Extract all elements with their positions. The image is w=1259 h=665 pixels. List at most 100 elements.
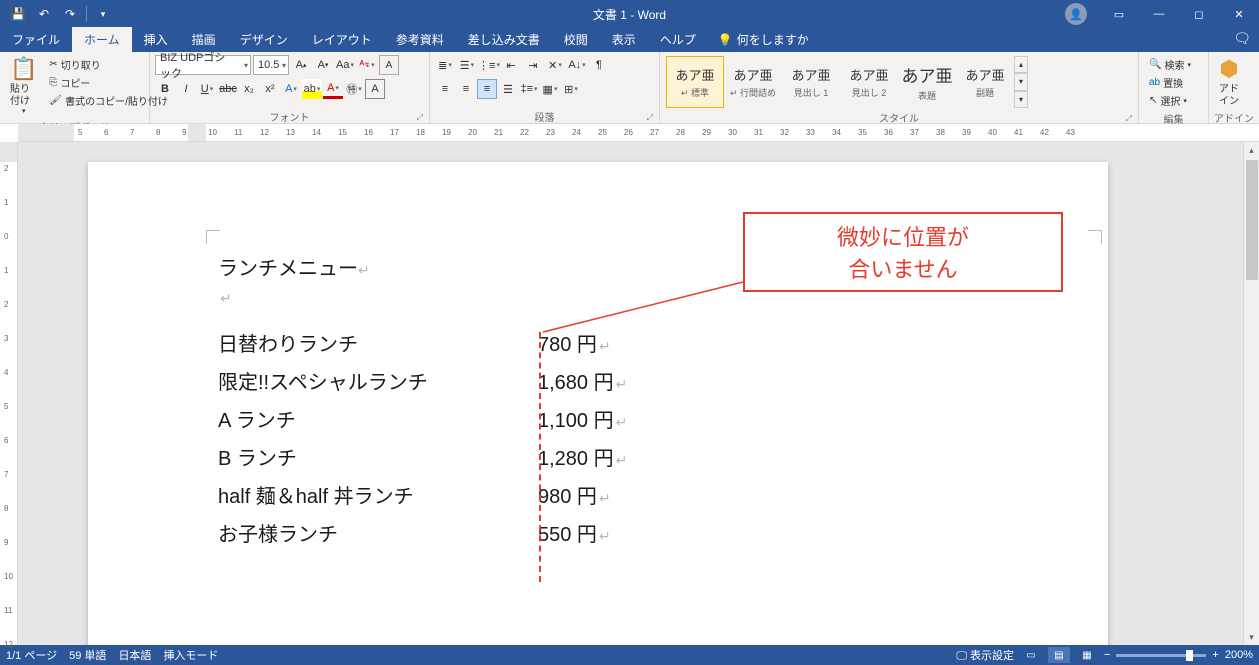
decrease-indent-button[interactable]: ⇤ — [501, 55, 521, 75]
redo-icon[interactable]: ↷ — [58, 2, 82, 26]
find-button[interactable]: 🔍検索▾ — [1147, 56, 1193, 73]
subscript-button[interactable]: x₂ — [239, 79, 259, 99]
tab-layout[interactable]: レイアウト — [300, 27, 384, 52]
scrollbar-thumb[interactable] — [1246, 160, 1258, 280]
numbering-button[interactable]: ☰ — [457, 55, 477, 75]
asian-layout-button[interactable]: ✕ — [545, 55, 565, 75]
tab-file[interactable]: ファイル — [0, 27, 72, 52]
scroll-up-icon[interactable]: ▴ — [1244, 142, 1259, 158]
tab-design[interactable]: デザイン — [228, 27, 300, 52]
zoom-out-button[interactable]: − — [1104, 649, 1110, 661]
undo-icon[interactable]: ↶ — [32, 2, 56, 26]
title-bar: 💾 ↶ ↷ ▾ 文書 1 - Word 👤 ▭ — ◻ ✕ — [0, 0, 1259, 28]
save-icon[interactable]: 💾 — [6, 2, 30, 26]
read-mode-icon[interactable]: ▭ — [1020, 647, 1042, 663]
font-color-button[interactable]: A — [323, 79, 343, 99]
dialog-launcher-icon[interactable]: ⤢ — [417, 113, 423, 123]
scroll-down-icon[interactable]: ▾ — [1244, 629, 1259, 645]
style-heading1[interactable]: あア亜見出し 1 — [782, 56, 840, 108]
crop-mark — [206, 230, 220, 244]
ruler-tick: 0 — [4, 232, 8, 241]
shrink-font-button[interactable]: A▾ — [313, 55, 333, 75]
addin-button[interactable]: ⬢ アド イン — [1213, 54, 1245, 110]
distribute-button[interactable]: ☰ — [498, 79, 518, 99]
ribbon-options-icon[interactable]: ▭ — [1099, 0, 1139, 28]
change-case-button[interactable]: Aa — [335, 55, 355, 75]
language-indicator[interactable]: 日本語 — [118, 647, 151, 663]
borders-button[interactable]: ⊞ — [561, 79, 581, 99]
line-spacing-button[interactable]: ‡≡ — [519, 79, 539, 99]
font-name-combo[interactable]: BIZ UDPゴシック — [155, 55, 251, 75]
close-icon[interactable]: ✕ — [1219, 0, 1259, 28]
char-border-button[interactable]: A — [365, 79, 385, 99]
zoom-level[interactable]: 200% — [1225, 649, 1253, 661]
insert-mode[interactable]: 挿入モード — [163, 647, 218, 663]
print-layout-icon[interactable]: ▤ — [1048, 647, 1070, 663]
clear-format-button[interactable]: A — [379, 55, 399, 75]
ruler-tick: 10 — [208, 128, 217, 137]
style-heading2[interactable]: あア亜見出し 2 — [840, 56, 898, 108]
dialog-launcher-icon[interactable]: ⤢ — [1126, 114, 1132, 124]
enclose-char-button[interactable]: ㊕ — [344, 79, 364, 99]
zoom-thumb[interactable] — [1186, 650, 1193, 661]
tab-home[interactable]: ホーム — [72, 27, 132, 52]
bullets-button[interactable]: ≣ — [435, 55, 455, 75]
tell-me-search[interactable]: 💡 何をしますか — [708, 27, 819, 52]
scroll-down-icon[interactable]: ▾ — [1014, 73, 1028, 90]
multilevel-button[interactable]: ⋮≡ — [479, 55, 499, 75]
ruler-tick: 5 — [4, 402, 8, 411]
increase-indent-button[interactable]: ⇥ — [523, 55, 543, 75]
strikethrough-button[interactable]: abc — [218, 79, 238, 99]
tab-mailings[interactable]: 差し込み文書 — [456, 27, 552, 52]
web-layout-icon[interactable]: ▦ — [1076, 647, 1098, 663]
lightbulb-icon: 💡 — [718, 33, 733, 47]
dialog-launcher-icon[interactable]: ⤢ — [647, 113, 653, 123]
highlight-button[interactable]: ab — [302, 79, 322, 99]
document-scroll-area[interactable]: ランチメニュー↵ ↵ 日替わりランチ780 円↵限定!!スペシャルランチ1,68… — [18, 142, 1243, 645]
tab-help[interactable]: ヘルプ — [648, 27, 708, 52]
paste-button[interactable]: 📋 貼り付け ▾ — [4, 54, 43, 119]
align-center-button[interactable]: ≡ — [456, 79, 476, 99]
replace-button[interactable]: ab置換 — [1147, 74, 1193, 91]
underline-button[interactable]: U — [197, 79, 217, 99]
minimize-icon[interactable]: — — [1139, 0, 1179, 28]
tab-view[interactable]: 表示 — [600, 27, 648, 52]
phonetic-guide-button[interactable]: ᴬ↯ — [357, 55, 377, 75]
ruler-tick: 13 — [286, 128, 295, 137]
paragraph-mark-icon: ↵ — [599, 338, 611, 355]
select-button[interactable]: ↖選択▾ — [1147, 92, 1193, 109]
text-effects-button[interactable]: A — [281, 79, 301, 99]
vertical-scrollbar[interactable]: ▴ ▾ — [1243, 142, 1259, 645]
superscript-button[interactable]: x² — [260, 79, 280, 99]
shading-button[interactable]: ▦ — [540, 79, 560, 99]
italic-button[interactable]: I — [176, 79, 196, 99]
show-marks-button[interactable]: ¶ — [589, 55, 609, 75]
zoom-in-button[interactable]: + — [1212, 649, 1218, 661]
tab-review[interactable]: 校閲 — [552, 27, 600, 52]
bold-button[interactable]: B — [155, 79, 175, 99]
page-indicator[interactable]: 1/1 ページ — [6, 647, 57, 663]
font-group-label: フォント — [270, 113, 310, 124]
word-count[interactable]: 59 単語 — [69, 647, 106, 663]
tab-references[interactable]: 参考資料 — [384, 27, 456, 52]
grow-font-button[interactable]: A▴ — [291, 55, 311, 75]
share-icon[interactable]: 🗨 — [1233, 30, 1251, 47]
zoom-slider[interactable] — [1116, 654, 1206, 657]
style-normal[interactable]: あア亜↵ 標準 — [666, 56, 724, 108]
display-settings[interactable]: 🖵 表示設定 — [956, 647, 1014, 663]
qat-customize-icon[interactable]: ▾ — [91, 2, 115, 26]
align-justify-button[interactable]: ≡ — [477, 79, 497, 99]
style-nospacing[interactable]: あア亜↵ 行間詰め — [724, 56, 782, 108]
font-size-combo[interactable]: 10.5 — [253, 55, 289, 75]
vertical-ruler[interactable]: 210123456789101112 — [0, 142, 18, 645]
sort-button[interactable]: A↓ — [567, 55, 587, 75]
horizontal-ruler[interactable]: 5678910111213141516171819202122232425262… — [18, 124, 1259, 142]
align-left-button[interactable]: ≡ — [435, 79, 455, 99]
style-subtitle[interactable]: あア亜副題 — [956, 56, 1014, 108]
expand-gallery-icon[interactable]: ▾ — [1014, 91, 1028, 108]
style-title[interactable]: あア亜表題 — [898, 56, 956, 108]
user-avatar-icon[interactable]: 👤 — [1065, 3, 1087, 25]
ruler-tick: 37 — [910, 128, 919, 137]
maximize-icon[interactable]: ◻ — [1179, 0, 1219, 28]
scroll-up-icon[interactable]: ▴ — [1014, 56, 1028, 73]
